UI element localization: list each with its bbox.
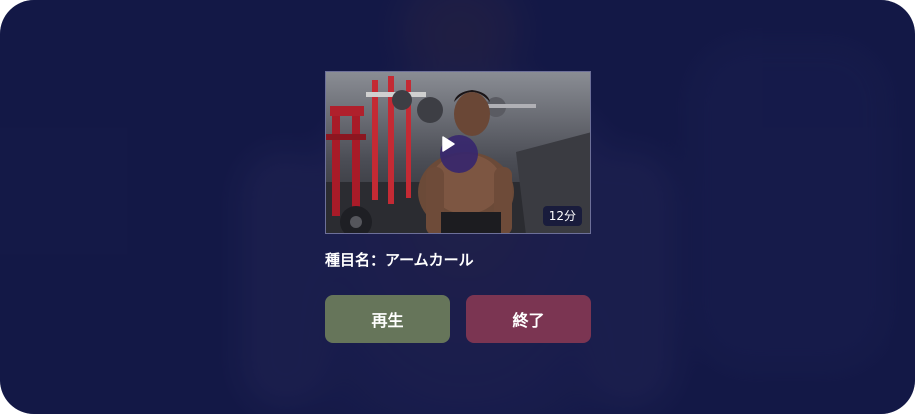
video-thumbnail[interactable]: 12分: [325, 71, 591, 234]
exercise-label: 種目名：: [325, 251, 386, 269]
action-buttons: 再生 終了: [325, 295, 591, 343]
play-button-label: 再生: [371, 311, 404, 330]
exercise-card: 12分 種目名： アームカール: [325, 71, 591, 270]
duration-badge: 12分: [542, 206, 582, 226]
play-button[interactable]: 再生: [325, 295, 450, 343]
exercise-name: 種目名： アームカール: [325, 250, 591, 270]
play-icon: [442, 136, 455, 152]
play-overlay-button[interactable]: [440, 135, 478, 173]
end-button[interactable]: 終了: [466, 295, 591, 343]
end-button-label: 終了: [512, 311, 545, 330]
workout-screen: 12分 種目名： アームカール 再生 終了: [0, 0, 915, 414]
exercise-title: アームカール: [385, 251, 474, 269]
